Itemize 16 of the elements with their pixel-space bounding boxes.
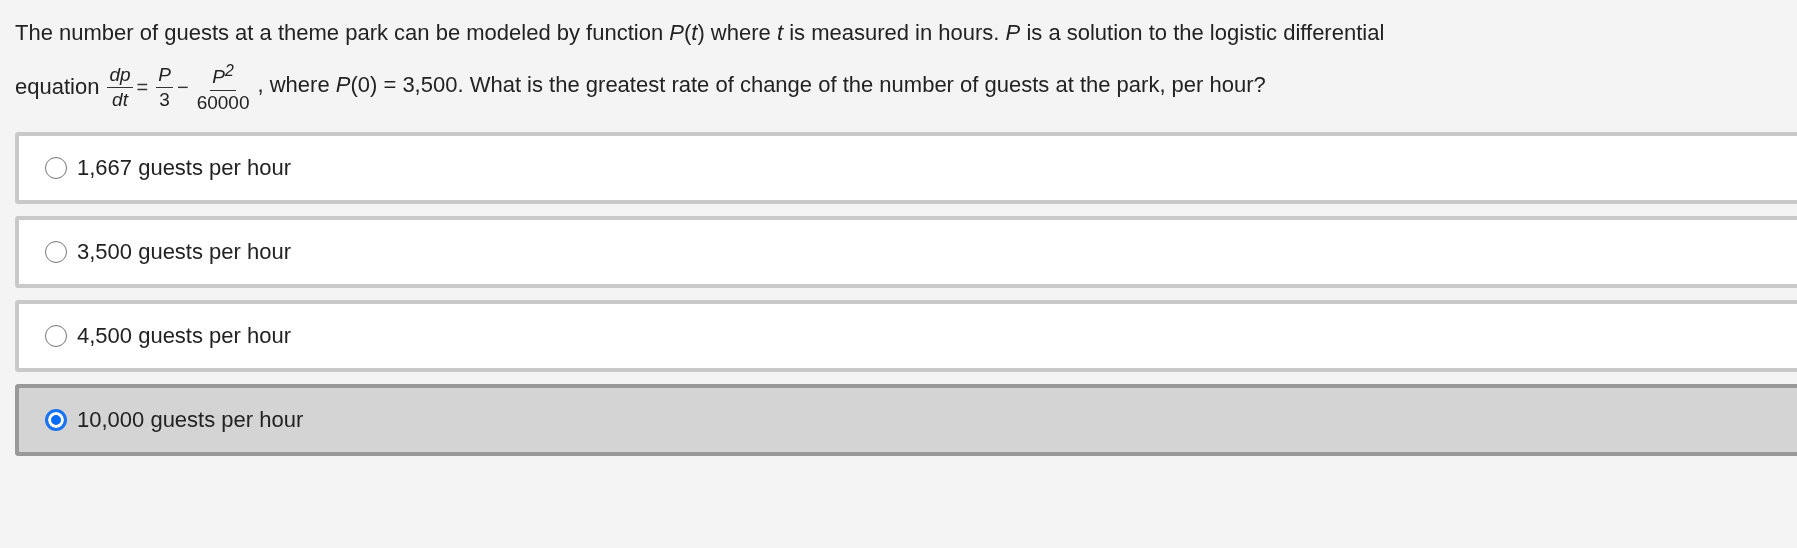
answer-option[interactable]: 10,000 guests per hour bbox=[15, 384, 1797, 456]
radio-button[interactable] bbox=[45, 157, 67, 179]
question-text: , where P(0) = 3,500. What is the greatest rate of change of the number of guests at the park, per hour? bbox=[257, 72, 1266, 98]
equals-sign: = bbox=[136, 75, 149, 99]
radio-button[interactable] bbox=[45, 241, 67, 263]
answer-option[interactable]: 3,500 guests per hour bbox=[15, 216, 1797, 288]
question-text: equation bbox=[15, 74, 100, 100]
answer-option[interactable]: 4,500 guests per hour bbox=[15, 300, 1797, 372]
question-text: The number of guests at a theme park can be modeled by function P(t) where t is measured in hours. P is a solution to the logistic differential bbox=[15, 19, 1386, 47]
answer-option[interactable]: 1,667 guests per hour bbox=[15, 132, 1797, 204]
fraction: P 3 bbox=[156, 62, 173, 112]
radio-button[interactable] bbox=[45, 409, 67, 431]
fraction: dp dt bbox=[107, 62, 133, 112]
minus-sign: − bbox=[176, 75, 189, 99]
radio-button[interactable] bbox=[45, 325, 67, 347]
fraction: P$^{2}$ 60000 bbox=[196, 59, 250, 115]
